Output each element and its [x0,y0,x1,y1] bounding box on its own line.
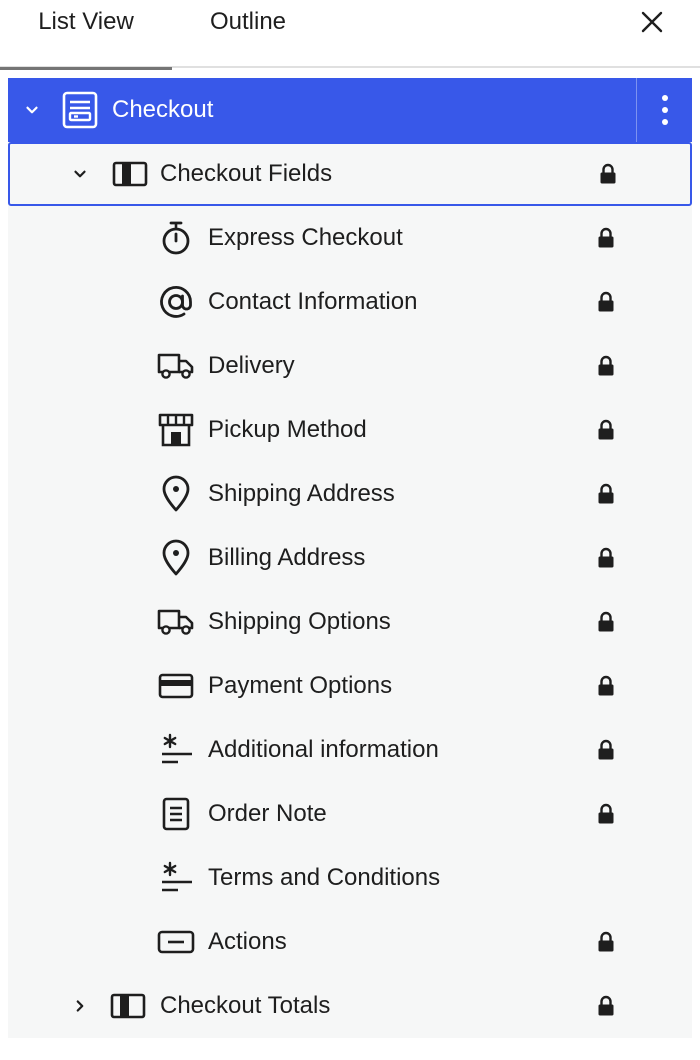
lock-icon [594,480,618,508]
tree-item-label: Order Note [208,800,327,827]
tree-item-express-checkout[interactable]: Express Checkout [8,206,692,270]
chevron-right-icon [76,1000,84,1012]
close-button[interactable] [628,2,676,42]
tree-item-label: Shipping Address [208,480,395,507]
tree-item-payment-options[interactable]: Payment Options [8,654,692,718]
tab-list-view-label: List View [38,8,134,35]
lock-icon [594,224,618,252]
tree-item-pickup-method[interactable]: Pickup Method [8,398,692,462]
tree-item-label: Payment Options [208,672,393,699]
tree-item-label: Checkout [112,96,214,123]
options-button[interactable] [636,78,692,142]
tree-item-shipping-options[interactable]: Shipping Options [8,590,692,654]
active-tab-indicator [0,67,172,70]
tree-item-checkout-fields[interactable]: Checkout Fields [8,142,692,206]
lock-icon [596,160,620,188]
lock-icon [594,288,618,316]
tree-item-label: Checkout Fields [160,160,333,187]
tree-item-label: Express Checkout [208,224,403,251]
at-sign-icon [156,282,196,322]
tree-item-label: Contact Information [208,288,418,315]
expand-toggle-checkout[interactable] [20,98,44,122]
map-pin-icon [156,538,196,578]
truck-icon [156,602,196,642]
lock-icon [594,416,618,444]
tree-item-checkout-totals[interactable]: Checkout Totals [8,974,692,1038]
tree-item-label: Delivery [208,352,295,379]
tree-item-order-note[interactable]: Order Note [8,782,692,846]
lock-icon [594,608,618,636]
tree-item-terms-and-conditions[interactable]: Terms and Conditions [8,846,692,910]
tree-item-delivery[interactable]: Delivery [8,334,692,398]
lock-icon [594,800,618,828]
tab-outline[interactable]: Outline [172,0,324,68]
lock-icon [594,736,618,764]
tree-item-label: Pickup Method [208,416,367,443]
columns-block-icon [108,986,148,1026]
tree-item-label: Terms and Conditions [208,864,441,891]
close-icon [641,11,663,33]
map-pin-icon [156,474,196,514]
more-vertical-icon [661,95,668,125]
tree-item-billing-address[interactable]: Billing Address [8,526,692,590]
document-icon [156,794,196,834]
expand-toggle-checkout-totals[interactable] [68,994,92,1018]
chevron-down-icon [74,170,86,178]
expand-toggle-checkout-fields[interactable] [68,162,92,186]
asterisk-lines-icon [156,858,196,898]
tab-bar: List View Outline [0,0,700,70]
checkout-form-icon [60,90,100,130]
tree-item-additional-information[interactable]: Additional information [8,718,692,782]
tree-item-label: Additional information [208,736,439,763]
lock-icon [594,672,618,700]
columns-block-icon [110,154,150,194]
tree-item-contact-information[interactable]: Contact Information [8,270,692,334]
chevron-down-icon [26,106,38,114]
button-icon [156,922,196,962]
tree-item-label: Billing Address [208,544,366,571]
stopwatch-icon [156,218,196,258]
credit-card-icon [156,666,196,706]
tab-outline-label: Outline [209,8,287,35]
store-icon [156,410,196,450]
lock-icon [594,352,618,380]
list-view-panel: List View Outline Checkout Checkout Fiel… [0,0,700,1060]
lock-icon [594,992,618,1020]
tree-item-shipping-address[interactable]: Shipping Address [8,462,692,526]
block-tree: Checkout Checkout Fields Express Checkou… [8,78,692,1038]
tree-item-actions[interactable]: Actions [8,910,692,974]
tree-item-label: Checkout Totals [160,992,331,1019]
truck-icon [156,346,196,386]
lock-icon [594,928,618,956]
tab-list-view[interactable]: List View [0,0,172,70]
tree-item-label: Actions [208,928,287,955]
tree-item-label: Shipping Options [208,608,391,635]
lock-icon [594,544,618,572]
asterisk-lines-icon [156,730,196,770]
tree-item-checkout[interactable]: Checkout [8,78,692,142]
